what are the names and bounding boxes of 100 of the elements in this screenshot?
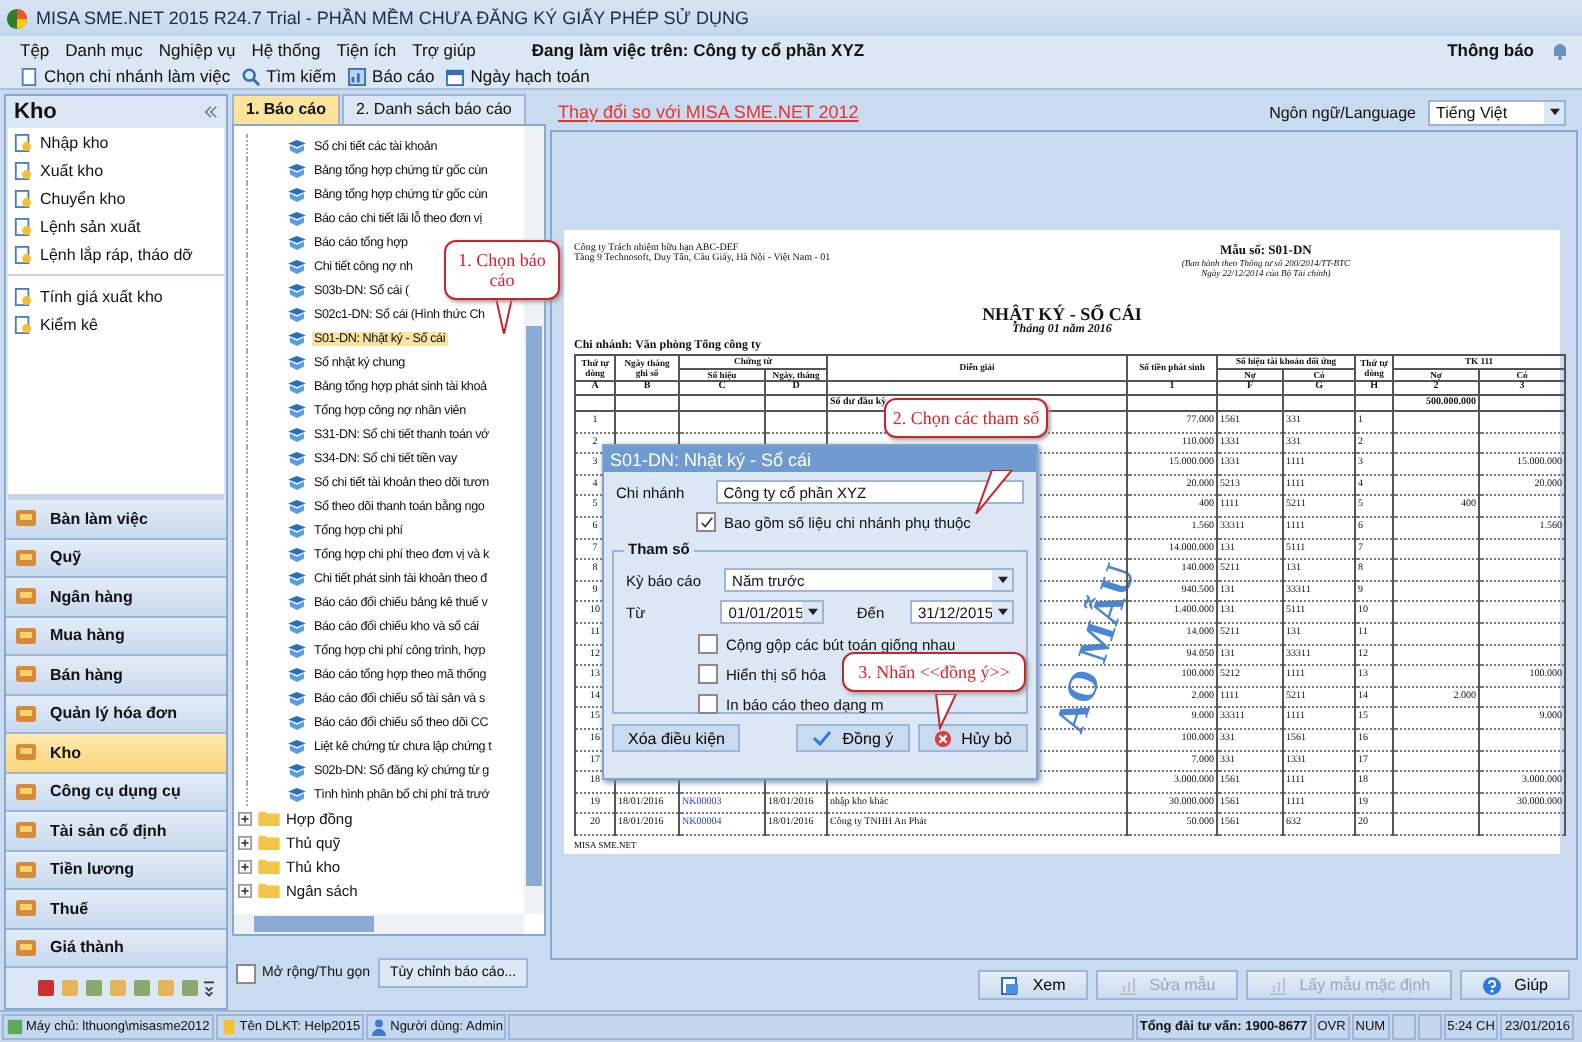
menu-item[interactable]: Nghiệp vụ (158, 40, 236, 60)
nav-button[interactable]: Quỹ (6, 539, 226, 578)
module-icon (14, 740, 38, 765)
book-icon (288, 283, 306, 297)
checkbox[interactable] (698, 664, 718, 684)
report-title: NHẬT KÝ - SỔ CÁI (980, 304, 1144, 324)
book-icon (288, 259, 306, 273)
task-link[interactable]: Chuyển kho (8, 184, 224, 212)
dropdown-icon[interactable] (997, 576, 1007, 584)
callout-pointer (932, 694, 960, 730)
nav-button[interactable]: Quản lý hóa đơn (6, 695, 226, 734)
book-icon (288, 571, 306, 585)
search-icon (242, 67, 261, 85)
bell-icon[interactable] (1550, 40, 1570, 60)
expand-icon[interactable] (238, 811, 252, 825)
action-button[interactable]: Xem (978, 970, 1088, 1000)
menu-item[interactable]: Tệp (20, 40, 50, 60)
expand-icon[interactable] (238, 883, 252, 897)
menu-item[interactable]: Hệ thống (251, 40, 321, 60)
nav-button[interactable]: Ngân hàng (6, 578, 226, 617)
book-icon (288, 595, 306, 609)
checkbox[interactable] (698, 694, 718, 714)
callout-pointer (972, 470, 1016, 514)
check-icon (812, 730, 833, 746)
module-icon (14, 623, 38, 648)
dropdown-icon[interactable] (1549, 108, 1559, 116)
book-icon (288, 187, 306, 201)
nav-button[interactable]: Giá thành (6, 929, 226, 968)
checkbox[interactable] (698, 634, 718, 654)
document-icon (14, 217, 32, 235)
window-title: MISA SME.NET 2015 R24.7 Trial - PHẦN MỀM CHƯA ĐĂNG KÝ GIẤY PHÉP SỬ DỤNG (36, 8, 749, 28)
book-icon (288, 691, 306, 705)
nav-button[interactable]: Bán hàng (6, 656, 226, 695)
callout-pointer (492, 298, 516, 334)
toolbar-button[interactable]: Tìm kiếm (242, 66, 337, 86)
dropdown-icon[interactable] (807, 608, 818, 616)
language-label: Ngôn ngữ/Language (1269, 103, 1416, 121)
nav-button[interactable]: Thuế (6, 890, 226, 929)
nav-button[interactable]: Kho (6, 734, 226, 773)
task-link[interactable]: Nhập kho (8, 128, 224, 156)
module-icon (14, 701, 38, 726)
toolbar-button[interactable]: Chọn chi nhánh làm việc (20, 66, 231, 86)
document-icon (14, 161, 32, 179)
menu-item[interactable]: Tiện ích (336, 40, 397, 60)
task-link[interactable]: Lệnh sản xuất (8, 212, 224, 240)
book-icon (288, 523, 306, 537)
book-icon (288, 715, 306, 729)
nav-button[interactable]: Tài sản cố định (6, 812, 226, 851)
action-button[interactable]: Giúp (1460, 970, 1570, 1000)
book-icon (288, 739, 306, 753)
document-icon (14, 189, 32, 207)
book-icon (288, 139, 306, 153)
report-tab[interactable]: 2. Danh sách báo cáo (342, 94, 526, 124)
module-icon (14, 818, 38, 843)
clear-conditions-button[interactable]: Xóa điều kiện (612, 724, 741, 752)
book-icon (288, 499, 306, 513)
checkbox[interactable] (236, 963, 256, 983)
calendar-icon (446, 67, 465, 85)
module-icon (14, 662, 38, 687)
dropdown-icon[interactable] (997, 608, 1008, 616)
nav-button[interactable]: Tiền lương (6, 851, 226, 890)
ok-button[interactable]: Đồng ý (796, 724, 910, 752)
report-icon (348, 67, 367, 85)
expand-icon[interactable] (238, 835, 252, 849)
book-icon (288, 163, 306, 177)
horizontal-scrollbar[interactable] (234, 914, 524, 934)
module-icon (14, 896, 38, 921)
folder-icon (258, 858, 280, 874)
nav-button[interactable]: Công cụ dụng cụ (6, 773, 226, 812)
cancel-icon (933, 729, 952, 747)
report-tab[interactable]: 1. Báo cáo (232, 94, 341, 124)
toolbar-button[interactable]: Ngày hạch toán (446, 66, 590, 86)
notifications-button[interactable]: Thông báo (1447, 40, 1534, 60)
working-company-label: Đang làm việc trên: Công ty cổ phần XYZ (531, 40, 865, 60)
collapse-icon[interactable] (204, 106, 218, 118)
nav-button[interactable]: Bàn làm việc (6, 500, 226, 539)
module-title: Kho (14, 100, 57, 124)
toolbar-button[interactable]: Báo cáo (348, 66, 435, 86)
book-icon (288, 643, 306, 657)
task-link[interactable]: Kiểm kê (8, 310, 224, 338)
database-icon (219, 1018, 238, 1036)
vertical-scrollbar[interactable] (524, 126, 544, 914)
task-link[interactable]: Lệnh lắp ráp, tháo dỡ (8, 240, 224, 268)
chart-icon (1267, 975, 1288, 995)
callout: 1. Chọn báo cáo (444, 240, 560, 300)
task-link[interactable]: Xuất kho (8, 156, 224, 184)
expand-icon[interactable] (238, 859, 252, 873)
language-select[interactable]: Tiếng Việt (1428, 99, 1566, 125)
menu-item[interactable]: Danh mục (65, 40, 143, 60)
menu-item[interactable]: Trợ giúp (412, 40, 476, 60)
book-icon (288, 763, 306, 777)
nav-button[interactable]: Mua hàng (6, 617, 226, 656)
more-icon[interactable] (204, 979, 214, 997)
book-icon (288, 307, 306, 321)
checkbox[interactable] (696, 512, 716, 532)
document-icon (14, 245, 32, 263)
task-link[interactable]: Tính giá xuất kho (8, 282, 224, 310)
cancel-button[interactable]: Hủy bỏ (917, 724, 1028, 752)
app-logo-icon (6, 7, 28, 29)
book-icon (288, 427, 306, 441)
